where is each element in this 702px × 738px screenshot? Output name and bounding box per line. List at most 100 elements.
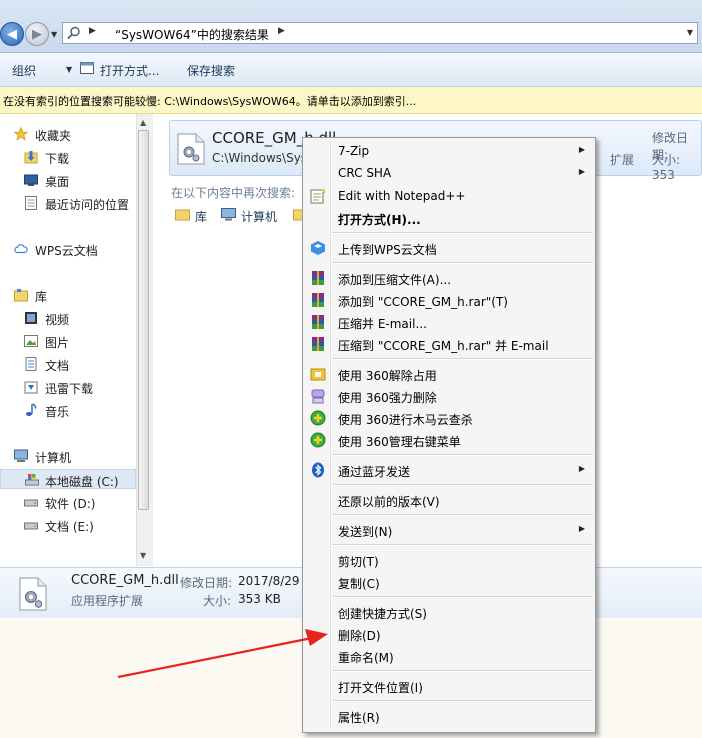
address-bar-row: ◀ ▶ ▼ ▶ “SysWOW64”中的搜索结果 ▶ ▼	[0, 0, 702, 53]
menu-item-crc-sha[interactable]: CRC SHA ▶	[305, 162, 593, 184]
star-icon	[14, 127, 28, 141]
nav-wps-cloud-label: WPS云文档	[35, 244, 98, 258]
menu-item-label: 使用 360管理右键菜单	[338, 435, 461, 449]
menu-item-label: 使用 360解除占用	[338, 369, 437, 383]
breadcrumb-separator-icon[interactable]: ▶	[89, 26, 96, 36]
menu-item-label: 添加到压缩文件(A)...	[338, 273, 452, 287]
index-info-bar[interactable]: 在没有索引的位置搜索可能较慢: C:\Windows\SysWOW64。请单击以…	[0, 87, 702, 114]
nav-music[interactable]: 音乐	[0, 400, 136, 420]
menu-separator	[333, 358, 593, 360]
menu-item-label: 通过蓝牙发送	[338, 465, 411, 479]
winrar-icon	[312, 315, 324, 329]
menu-item-label: Edit with Notepad++	[338, 189, 466, 203]
nav-computer[interactable]: 计算机	[0, 446, 136, 466]
menu-item-rename[interactable]: 重命名(M)	[305, 645, 593, 667]
nav-wps-cloud[interactable]: WPS云文档	[0, 239, 136, 259]
nav-computer-label: 计算机	[35, 451, 72, 465]
open-with-button[interactable]: 打开方式...	[100, 62, 159, 79]
computer-icon	[14, 449, 28, 462]
nav-disk-d[interactable]: 软件 (D:)	[0, 492, 136, 512]
forward-button[interactable]: ▶	[25, 22, 49, 46]
menu-item-label: 添加到 "CCORE_GM_h.rar"(T)	[338, 295, 508, 309]
breadcrumb-search-results[interactable]: “SysWOW64”中的搜索结果	[115, 26, 269, 43]
chevron-down-icon[interactable]: ▼	[66, 65, 72, 74]
info-bar-text: 在没有索引的位置搜索可能较慢: C:\Windows\SysWOW64。请单击以…	[3, 95, 417, 108]
nav-favorites[interactable]: 收藏夹	[0, 124, 136, 144]
nav-music-label: 音乐	[45, 405, 70, 419]
menu-item-properties[interactable]: 属性(R)	[305, 705, 593, 727]
cloud-icon	[14, 244, 28, 254]
menu-item-send-to[interactable]: 发送到(N) ▶	[305, 519, 593, 541]
nav-downloads-label: 下载	[45, 152, 70, 166]
details-date-value: 2017/8/29	[238, 574, 300, 588]
menu-item-label: 压缩到 "CCORE_GM_h.rar" 并 E-mail	[338, 339, 549, 353]
menu-separator	[333, 596, 593, 598]
shred-360-icon	[311, 389, 325, 404]
menu-item-add-archive[interactable]: 添加到压缩文件(A)...	[305, 267, 593, 289]
menu-item-edit-notepadpp[interactable]: Edit with Notepad++	[305, 185, 593, 207]
submenu-arrow-icon: ▶	[578, 145, 585, 154]
details-size-value: 353 KB	[238, 592, 281, 606]
menu-separator	[333, 262, 593, 264]
menu-item-label: CRC SHA	[338, 166, 392, 180]
nav-xunlei[interactable]: 迅雷下载	[0, 377, 136, 397]
menu-item-bluetooth[interactable]: 通过蓝牙发送 ▶	[305, 459, 593, 481]
menu-item-add-rar[interactable]: 添加到 "CCORE_GM_h.rar"(T)	[305, 289, 593, 311]
menu-item-360-scan[interactable]: 使用 360进行木马云查杀	[305, 407, 593, 429]
command-bar: 组织 ▼ 打开方式... 保存搜索	[0, 53, 702, 87]
organize-button[interactable]: 组织	[12, 62, 36, 79]
system-drive-icon	[25, 474, 39, 486]
breadcrumb-separator-icon[interactable]: ▶	[278, 26, 285, 36]
menu-item-label: 压缩并 E-mail...	[338, 317, 427, 331]
save-search-button[interactable]: 保存搜索	[187, 62, 235, 79]
recent-places-icon	[25, 196, 37, 210]
drive-icon	[24, 499, 38, 507]
menu-item-360-delete[interactable]: 使用 360强力删除	[305, 385, 593, 407]
menu-item-7zip[interactable]: 7-Zip ▶	[305, 140, 593, 162]
nav-videos[interactable]: 视频	[0, 308, 136, 328]
desktop-icon	[24, 174, 38, 186]
video-icon	[25, 312, 37, 324]
menu-item-upload-wps[interactable]: 上传到WPS云文档	[305, 237, 593, 259]
search-again-computer-link[interactable]: 计算机	[241, 208, 277, 225]
recent-pages-dropdown-icon[interactable]: ▼	[51, 30, 57, 39]
menu-item-restore-versions[interactable]: 还原以前的版本(V)	[305, 489, 593, 511]
notepad-plus-icon	[310, 189, 325, 204]
scroll-up-icon[interactable]: ▲	[140, 118, 146, 127]
menu-item-delete[interactable]: 删除(D)	[305, 623, 593, 645]
nav-local-disk-c[interactable]: 本地磁盘 (C:)	[0, 469, 136, 489]
nav-downloads[interactable]: 下载	[0, 147, 136, 167]
nav-disk-e[interactable]: 文档 (E:)	[0, 515, 136, 535]
nav-recent-places[interactable]: 最近访问的位置	[0, 193, 136, 213]
nav-videos-label: 视频	[45, 313, 70, 327]
menu-item-label: 使用 360强力删除	[338, 391, 437, 405]
menu-item-label: 重命名(M)	[338, 651, 394, 665]
winrar-icon	[312, 337, 324, 351]
nav-local-c-label: 本地磁盘 (C:)	[45, 475, 119, 489]
address-field[interactable]: ▶ “SysWOW64”中的搜索结果 ▶ ▼	[62, 22, 698, 44]
menu-item-cut[interactable]: 剪切(T)	[305, 549, 593, 571]
menu-item-360-menu-manage[interactable]: 使用 360管理右键菜单	[305, 429, 593, 451]
result-file-path: C:\Windows\Sys	[212, 151, 308, 165]
menu-item-compress-email[interactable]: 压缩并 E-mail...	[305, 311, 593, 333]
menu-item-open-with[interactable]: 打开方式(H)...	[305, 207, 593, 229]
nav-desktop-label: 桌面	[45, 175, 70, 189]
menu-item-360-unlock[interactable]: 使用 360解除占用	[305, 363, 593, 385]
nav-desktop[interactable]: 桌面	[0, 170, 136, 190]
scroll-down-icon[interactable]: ▼	[140, 551, 146, 560]
menu-item-copy[interactable]: 复制(C)	[305, 571, 593, 593]
nav-documents[interactable]: 文档	[0, 354, 136, 374]
menu-item-compress-rar-email[interactable]: 压缩到 "CCORE_GM_h.rar" 并 E-mail	[305, 333, 593, 355]
search-again-library-link[interactable]: 库	[195, 208, 207, 225]
back-button[interactable]: ◀	[0, 22, 24, 46]
menu-item-open-location[interactable]: 打开文件位置(I)	[305, 675, 593, 697]
menu-separator	[333, 232, 593, 234]
scan-360-icon	[310, 410, 326, 426]
arrow-right-icon: ▶	[32, 26, 42, 42]
nav-pictures[interactable]: 图片	[0, 331, 136, 351]
menu-item-label: 打开文件位置(I)	[338, 681, 423, 695]
nav-scrollbar-thumb[interactable]	[138, 130, 149, 510]
nav-libraries[interactable]: 库	[0, 285, 136, 305]
menu-item-create-shortcut[interactable]: 创建快捷方式(S)	[305, 601, 593, 623]
address-dropdown-icon[interactable]: ▼	[687, 28, 693, 37]
